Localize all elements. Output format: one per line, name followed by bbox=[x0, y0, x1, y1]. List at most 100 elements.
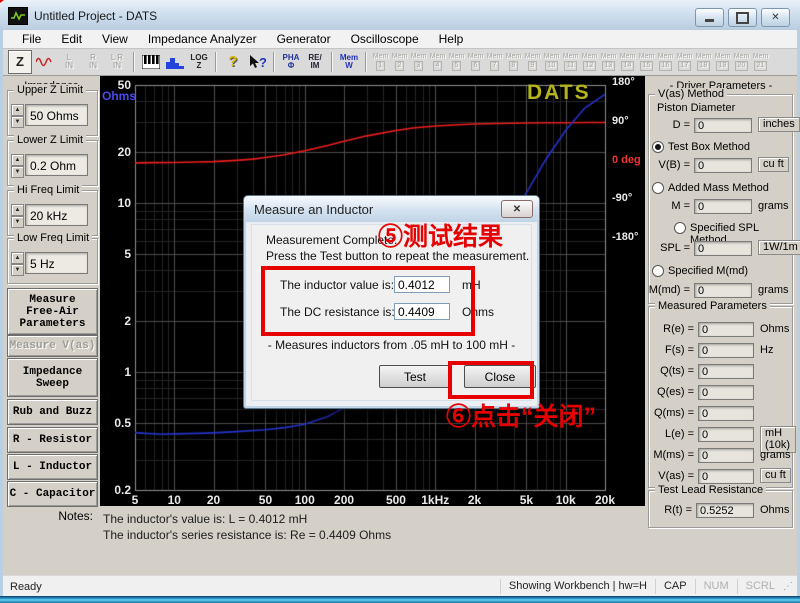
spinner-up-icon[interactable]: ▲ bbox=[11, 154, 24, 166]
radio-test-box-method[interactable] bbox=[652, 141, 664, 153]
measured-label: Q(es) = bbox=[648, 386, 694, 398]
measured-label: V(as) = bbox=[648, 470, 694, 482]
impedance-sweep-button[interactable]: Impedance Sweep bbox=[7, 358, 98, 397]
y-tick-50: 50 bbox=[100, 78, 131, 92]
title-bar[interactable]: Untitled Project - DATS ✕ bbox=[0, 0, 800, 30]
menu-generator[interactable]: Generator bbox=[268, 30, 340, 48]
maximize-button[interactable] bbox=[728, 8, 757, 27]
help-button[interactable]: ? bbox=[222, 51, 244, 73]
spinner-1: ▲▼ bbox=[11, 154, 24, 178]
measured-field-2[interactable]: 0 bbox=[698, 364, 754, 379]
measured-field-7[interactable]: 0 bbox=[698, 469, 754, 484]
measured-field-1[interactable]: 0 bbox=[698, 343, 754, 358]
sine-icon bbox=[36, 57, 54, 67]
minimize-icon bbox=[705, 19, 714, 22]
context-help-button[interactable]: ? bbox=[246, 51, 268, 73]
spinner-up-icon[interactable]: ▲ bbox=[11, 204, 24, 216]
driver-field-8[interactable]: 0 bbox=[694, 283, 752, 298]
sine-generator-button[interactable] bbox=[34, 51, 56, 73]
svg-text:?: ? bbox=[259, 55, 266, 69]
close-button[interactable]: ✕ bbox=[761, 8, 790, 27]
annotation-rect-results bbox=[261, 266, 475, 336]
group-label: Lower Z Limit bbox=[14, 134, 86, 146]
toolbar: Z L IN R IN L R IN LOG Z ? ? PHA Φ RE/ I… bbox=[3, 49, 797, 76]
driver-row-3: Added Mass Method bbox=[648, 181, 796, 197]
toolbar-separator bbox=[331, 52, 333, 72]
measured-row-6: M(ms) =0grams bbox=[648, 448, 796, 464]
radio-specified-spl-method[interactable] bbox=[674, 222, 686, 234]
measured-field-4[interactable]: 0 bbox=[698, 406, 754, 421]
measured-field-5[interactable]: 0 bbox=[698, 427, 754, 442]
spinner-up-icon[interactable]: ▲ bbox=[11, 104, 24, 116]
maximize-icon bbox=[736, 12, 749, 24]
radio-added-mass-method[interactable] bbox=[652, 182, 664, 194]
measured-field-3[interactable]: 0 bbox=[698, 385, 754, 400]
c-capacitor-button[interactable]: C - Capacitor bbox=[7, 481, 98, 507]
menu-help[interactable]: Help bbox=[430, 30, 473, 48]
radio-specified-m(md)[interactable] bbox=[652, 265, 664, 277]
rt-field[interactable]: 0.5252 bbox=[696, 503, 754, 518]
memory-slot-button-1: Mem1 bbox=[371, 51, 390, 73]
measured-label: L(e) = bbox=[648, 428, 694, 440]
memory-slot-button-6: Mem6 bbox=[466, 51, 485, 73]
spinner-up-icon[interactable]: ▲ bbox=[11, 252, 24, 264]
r-resistor-button[interactable]: R - Resistor bbox=[7, 427, 98, 453]
test-button[interactable]: Test bbox=[379, 365, 451, 388]
spinner-down-icon[interactable]: ▼ bbox=[11, 216, 24, 228]
notes-line-1: The inductor's value is: L = 0.4012 mH bbox=[103, 512, 307, 526]
menu-bar: FileEditViewImpedance AnalyzerGeneratorO… bbox=[3, 30, 797, 49]
memory-slot-button-15: Mem15 bbox=[637, 51, 656, 73]
close-icon: ✕ bbox=[771, 12, 779, 23]
status-scrl: SCRL bbox=[737, 579, 783, 594]
status-workbench: Showing Workbench | hw=H bbox=[500, 579, 655, 594]
measured-row-4: Q(ms) =0 bbox=[648, 406, 796, 422]
piano-tones-button[interactable] bbox=[140, 51, 162, 73]
driver-field-0[interactable]: 0 bbox=[694, 118, 752, 133]
impedance-z-button[interactable]: Z bbox=[8, 50, 32, 74]
menu-impedance-analyzer[interactable]: Impedance Analyzer bbox=[139, 30, 266, 48]
driver-row-4: M =0grams bbox=[648, 199, 796, 215]
memory-slot-button-10: Mem10 bbox=[542, 51, 561, 73]
dialog-range-note: - Measures inductors from .05 mH to 100 … bbox=[252, 338, 531, 352]
menu-oscilloscope[interactable]: Oscilloscope bbox=[342, 30, 428, 48]
menu-view[interactable]: View bbox=[93, 30, 137, 48]
memory-slot-button-11: Mem11 bbox=[561, 51, 580, 73]
test-lead-row: R(t) = 0.5252 Ohms bbox=[648, 503, 796, 519]
resize-grip[interactable]: ⋰ bbox=[783, 581, 797, 592]
driver-field-label: M(md) = bbox=[648, 284, 690, 296]
minimize-button[interactable] bbox=[695, 8, 724, 27]
measured-unit: Ohms bbox=[760, 323, 789, 335]
driver-field-2[interactable]: 0 bbox=[694, 158, 752, 173]
measured-unit: grams bbox=[760, 449, 791, 461]
rub-and-buzz-button[interactable]: Rub and Buzz bbox=[7, 399, 98, 425]
measured-field-6[interactable]: 0 bbox=[698, 448, 754, 463]
l-inductor-button[interactable]: L - Inductor bbox=[7, 454, 98, 480]
field-upper-z-limit[interactable]: 50 Ohms bbox=[25, 104, 88, 126]
measure-free-air-parameters-button[interactable]: Measure Free-Air Parameters bbox=[7, 288, 98, 335]
phase-button[interactable]: PHA Φ bbox=[280, 51, 302, 73]
radio-dot bbox=[655, 144, 661, 150]
measured-row-1: F(s) =0Hz bbox=[648, 343, 796, 359]
group-label: Upper Z Limit bbox=[14, 84, 86, 96]
driver-field-4[interactable]: 0 bbox=[694, 199, 752, 214]
memory-slot-button-4: Mem4 bbox=[428, 51, 447, 73]
measured-label: F(s) = bbox=[648, 344, 694, 356]
log-z-button[interactable]: LOG Z bbox=[188, 51, 210, 73]
spinner-down-icon[interactable]: ▼ bbox=[11, 264, 24, 276]
measured-label: Q(ts) = bbox=[648, 365, 694, 377]
menu-edit[interactable]: Edit bbox=[52, 30, 91, 48]
menu-file[interactable]: File bbox=[13, 30, 50, 48]
spinner-down-icon[interactable]: ▼ bbox=[11, 116, 24, 128]
x-tick-20k: 20k bbox=[588, 493, 622, 507]
measured-field-0[interactable]: 0 bbox=[698, 322, 754, 337]
field-low-freq-limit[interactable]: 5 Hz bbox=[25, 252, 88, 274]
field-hi-freq-limit[interactable]: 20 kHz bbox=[25, 204, 88, 226]
driver-field-6[interactable]: 0 bbox=[694, 241, 752, 256]
driver-row-7: Specified M(md) bbox=[648, 264, 796, 280]
dialog-close-button[interactable]: ✕ bbox=[501, 200, 533, 218]
real-imaginary-button[interactable]: RE/ IM bbox=[304, 51, 326, 73]
memory-write-button[interactable]: Mem W bbox=[338, 51, 360, 73]
histogram-button[interactable] bbox=[164, 51, 186, 73]
field-lower-z-limit[interactable]: 0.2 Ohm bbox=[25, 154, 88, 176]
spinner-down-icon[interactable]: ▼ bbox=[11, 166, 24, 178]
